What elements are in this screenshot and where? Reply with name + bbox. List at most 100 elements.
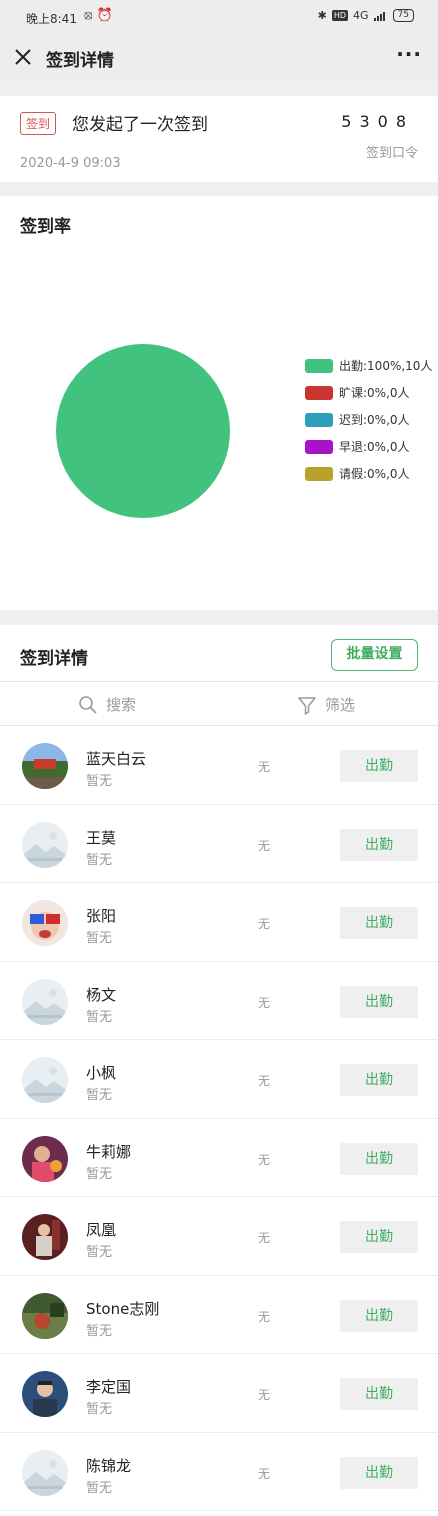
battery-icon: 75 [392,9,414,22]
avatar [22,1057,68,1103]
member-note: 暂无 [86,1323,113,1339]
attendance-status-button[interactable]: 出勤 [340,985,418,1018]
detail-title: 签到详情 [20,649,88,669]
legend-item[interactable]: 出勤:100%,10人 [305,352,432,379]
member-row[interactable]: 张阳暂无 无 出勤 [0,883,438,962]
member-row[interactable]: 陈锦龙 暂无 无 出勤 [0,1433,438,1511]
member-name: 王莫 [86,828,117,847]
attendance-status-button[interactable]: 出勤 [340,1064,418,1096]
checkin-tag: 签到 [20,112,57,135]
bluetooth-icon: ✱ [317,9,327,22]
network-label: 4G [353,9,369,22]
attendance-status-button[interactable]: 出勤 [340,1142,418,1175]
member-remark: 无 [258,1231,271,1245]
member-remark: 无 [258,1309,271,1324]
pie-slice-0 [56,344,230,518]
checkin-rate-card: 签到率 出勤:100%,10人 旷课:0%,0人 迟到:0%,0人早退:0%,0人请… [0,196,438,610]
avatar [22,900,68,946]
filter-button[interactable]: 筛选 [297,694,355,715]
attendance-status-button[interactable]: 出勤 [340,750,418,782]
member-name: 小枫 [86,1064,117,1082]
chart-legend: 出勤:100%,10人 旷课:0%,0人 迟到:0%,0人早退:0%,0人请假:0%… [305,352,432,487]
member-note: 暂无 [86,1480,113,1496]
rate-title: 签到率 [20,217,71,237]
detail-header: 签到详情 批量设置 [0,625,438,682]
member-row[interactable]: 王莫暂无 无 出勤 [0,805,438,883]
avatar [22,1135,68,1182]
more-menu-button[interactable]: ··· [396,42,422,66]
member-note: 暂无 [86,1402,113,1417]
member-remark: 无 [258,917,271,931]
member-remark: 无 [258,995,271,1010]
member-remark: 无 [258,760,271,774]
member-row[interactable]: 小枫暂无 无 出勤 [0,1040,438,1119]
legend-item[interactable]: 迟到:0%,0人 [305,406,432,433]
member-remark: 无 [258,1388,271,1402]
status-time: 晚上8:41 [26,12,77,26]
status-bar: 晚上8:41 ⦻ ⏰ ✱ HD 4G 75 [0,0,438,34]
member-row[interactable]: 牛莉娜 暂无 无 出勤 [0,1119,438,1197]
member-name: 凤凰 [86,1221,117,1239]
member-note: 暂无 [86,852,113,868]
nav-bar: 签到详情 ··· [0,34,438,82]
avatar [22,821,68,868]
signal-icon [373,11,385,21]
attendance-status-button[interactable]: 出勤 [340,1456,418,1489]
avatar [22,1449,68,1496]
avatar [22,978,68,1025]
member-row[interactable]: 蓝天白云暂无 无 出勤 [0,726,438,805]
member-note: 暂无 [86,1088,113,1103]
legend-item[interactable]: 早退:0%,0人 [305,433,432,460]
notification-icons: ⦻ ⏰ [84,8,113,23]
avatar [22,743,68,789]
status-right: ✱ HD 4G 75 [318,9,414,22]
member-name: 杨文 [86,985,117,1004]
member-note: 暂无 [86,1245,113,1260]
legend-label: 出勤:100%,10人 [339,359,433,373]
attendance-status-button[interactable]: 出勤 [340,1378,418,1410]
checkin-detail-card: 签到详情 批量设置 搜索 筛选 蓝天白云 暂无无出勤 王莫 暂无无出勤 张阳 暂无无出勤杨… [0,625,438,1516]
batch-settings-button[interactable]: 批量设置 [331,639,418,671]
attendance-status-button[interactable]: 出勤 [340,828,418,861]
attendance-status-button[interactable]: 出勤 [340,907,418,939]
close-icon[interactable] [12,44,34,70]
member-row[interactable]: 凤凰暂无 无 出勤 [0,1197,438,1276]
avatar [22,1292,68,1339]
member-list: 蓝天白云 暂无无出勤 王莫 暂无无出勤 张阳 暂无无出勤 杨文 暂无无出勤 小枫 暂无无出勤 牛莉娜… [0,726,438,1511]
legend-swatch [305,358,333,373]
member-row[interactable]: 李定国暂无 无 出勤 [0,1354,438,1433]
member-name: 李定国 [86,1378,132,1396]
legend-label: 旷课:0%,0人 [339,386,410,400]
checkin-info-card: 签到 您发起了一次签到 5308 2020-4-9 09:03 签到口令 [0,96,438,182]
search-button[interactable]: 搜索 [78,694,136,715]
legend-swatch [305,466,333,481]
attendance-status-button[interactable]: 出勤 [340,1299,418,1332]
member-note: 暂无 [86,931,113,946]
member-remark: 无 [258,838,271,853]
member-remark: 无 [258,1074,271,1088]
avatar [22,1371,68,1417]
search-label: 搜索 [106,696,137,714]
member-row[interactable]: 杨文 暂无 无 出勤 [0,962,438,1040]
legend-item[interactable]: 请假:0%,0人 [305,460,432,487]
page-title: 签到详情 [46,51,114,71]
legend-item[interactable]: 旷课:0%,0人 [305,379,432,406]
member-row[interactable]: Stone志刚 暂无 无 出勤 [0,1276,438,1354]
checkin-description: 您发起了一次签到 [72,115,208,135]
legend-swatch [305,439,333,454]
member-note: 暂无 [86,1166,113,1182]
member-name: 蓝天白云 [86,750,147,768]
hd-icon: HD [331,10,349,21]
member-name: 张阳 [86,907,117,925]
legend-label: 请假:0%,0人 [339,467,410,481]
legend-label: 迟到:0%,0人 [339,413,410,427]
search-icon [79,695,97,714]
member-name: 陈锦龙 [86,1456,132,1475]
filter-label: 筛选 [325,696,356,714]
attendance-status-button[interactable]: 出勤 [340,1221,418,1253]
legend-swatch [305,412,333,427]
legend-swatch [305,385,333,400]
member-note: 暂无 [86,774,113,789]
avatar [22,1214,68,1260]
member-remark: 无 [258,1152,271,1167]
